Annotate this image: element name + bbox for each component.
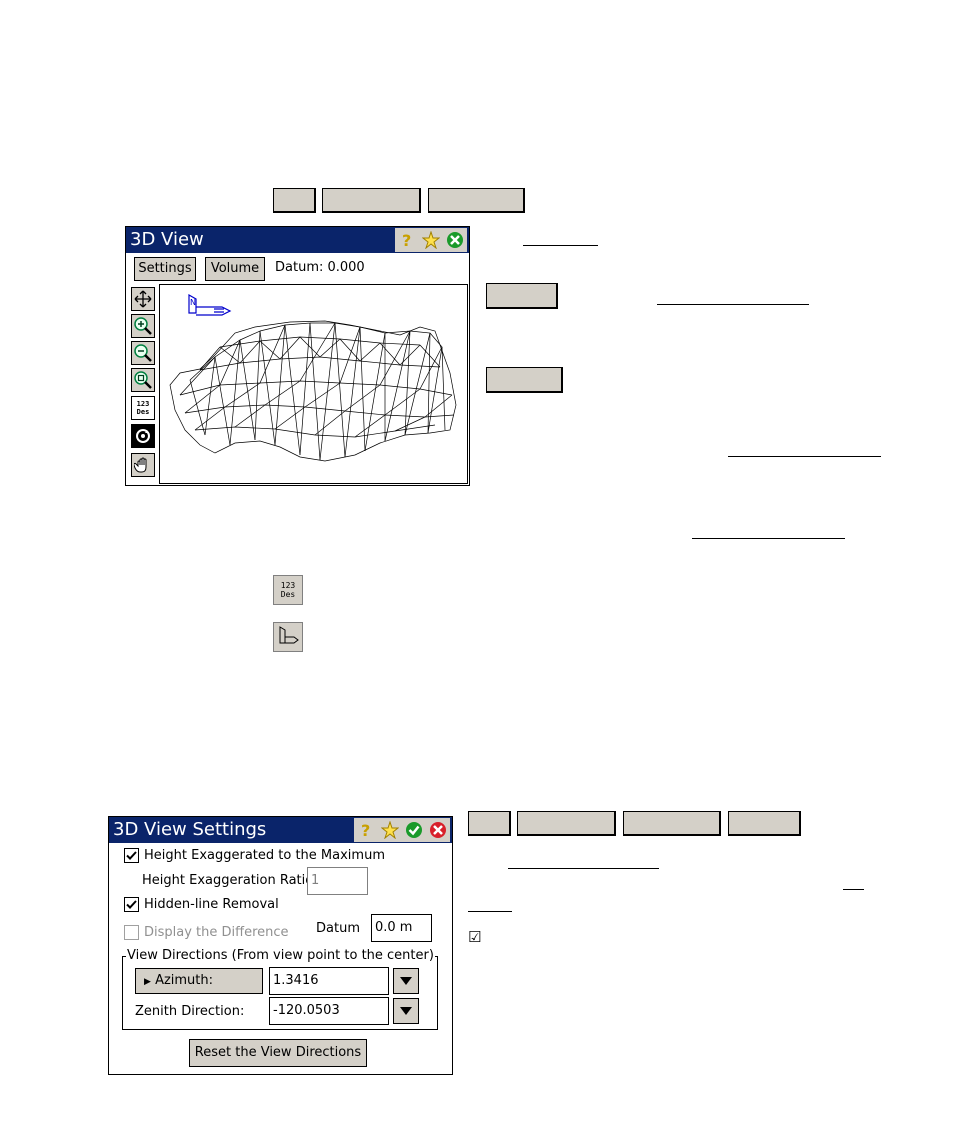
breadcrumb-box-4 bbox=[468, 811, 511, 836]
breadcrumb-box-3 bbox=[428, 188, 525, 213]
svg-text:?: ? bbox=[361, 821, 370, 839]
north-arrow-icon: N bbox=[188, 293, 232, 316]
hidden-line-checkbox[interactable] bbox=[124, 897, 139, 912]
cancel-icon[interactable] bbox=[426, 818, 450, 842]
datum-label: Datum bbox=[316, 921, 360, 936]
link-underline-6 bbox=[843, 889, 864, 890]
3d-view-settings-window: 3D View Settings ? Height Exaggerated to… bbox=[108, 816, 453, 1075]
north-arrow-inline-icon bbox=[273, 622, 303, 652]
reset-view-directions-button[interactable]: Reset the View Directions bbox=[189, 1039, 367, 1067]
help-icon[interactable]: ? bbox=[395, 228, 419, 252]
pan-icon[interactable] bbox=[131, 287, 155, 311]
3d-view-canvas[interactable]: N bbox=[159, 284, 468, 484]
3d-view-window: 3D View ? Settings Volume Datum: 0.000 1… bbox=[125, 226, 470, 486]
hidden-line-label: Hidden-line Removal bbox=[144, 897, 279, 912]
north-label: N bbox=[190, 298, 196, 307]
point-label-bottom: Des bbox=[136, 407, 150, 416]
settings-button[interactable]: Settings bbox=[134, 257, 196, 281]
display-difference-label: Display the Difference bbox=[144, 925, 289, 940]
close-icon[interactable] bbox=[443, 228, 467, 252]
height-ratio-label: Height Exaggeration Ratio bbox=[142, 873, 314, 888]
view-directions-label: View Directions (From view point to the … bbox=[126, 948, 435, 964]
favorite-star-icon[interactable] bbox=[419, 228, 443, 252]
datum-field[interactable]: 0.0 m bbox=[371, 914, 432, 942]
zenith-field[interactable]: -120.0503 bbox=[269, 997, 389, 1025]
point-label-icon[interactable]: 123 Des bbox=[131, 396, 155, 420]
favorite-star-icon[interactable] bbox=[378, 818, 402, 842]
terrain-mesh: N bbox=[169, 293, 457, 462]
svg-text:?: ? bbox=[402, 231, 411, 249]
zenith-label: Zenith Direction: bbox=[135, 1004, 245, 1019]
zoom-extents-icon[interactable] bbox=[131, 368, 155, 392]
title-bar: 3D View ? bbox=[126, 227, 469, 253]
azimuth-dropdown[interactable] bbox=[393, 968, 419, 994]
point-label-inline-icon: 123 Des bbox=[273, 575, 303, 605]
link-underline-4 bbox=[692, 538, 845, 539]
chevron-down-icon bbox=[400, 1007, 412, 1015]
settings-title-bar-icons: ? bbox=[354, 818, 450, 842]
window-title: 3D View bbox=[130, 229, 204, 250]
datum-readout: Datum: 0.000 bbox=[275, 260, 365, 275]
checkbox-glyph: ☑ bbox=[468, 928, 482, 946]
height-ratio-field[interactable]: 1 bbox=[307, 867, 368, 895]
settings-window-title: 3D View Settings bbox=[113, 819, 267, 840]
inline-icon-bottom: Des bbox=[280, 590, 296, 599]
link-underline-7 bbox=[468, 911, 512, 912]
breadcrumb-box-2 bbox=[322, 188, 421, 213]
breadcrumb-box-7 bbox=[728, 811, 801, 836]
caret-right-icon: ▶ bbox=[144, 977, 151, 987]
height-exaggerated-label: Height Exaggerated to the Maximum bbox=[144, 848, 385, 863]
breadcrumb-box-1 bbox=[273, 188, 316, 213]
doc-button-settings bbox=[486, 283, 558, 309]
azimuth-button[interactable]: ▶ Azimuth: bbox=[135, 968, 263, 994]
link-underline-2 bbox=[657, 304, 809, 305]
link-underline-1 bbox=[523, 245, 598, 246]
ok-icon[interactable] bbox=[402, 818, 426, 842]
help-icon[interactable]: ? bbox=[354, 818, 378, 842]
height-exaggerated-checkbox[interactable] bbox=[124, 848, 139, 863]
chevron-down-icon bbox=[400, 977, 412, 985]
azimuth-field[interactable]: 1.3416 bbox=[269, 967, 389, 995]
link-underline-5 bbox=[508, 868, 659, 869]
volume-button[interactable]: Volume bbox=[205, 257, 265, 281]
doc-button-volume bbox=[486, 367, 563, 393]
point-label-top: 123 bbox=[136, 399, 150, 408]
azimuth-label: Azimuth: bbox=[155, 973, 214, 988]
title-bar-icons: ? bbox=[395, 228, 467, 252]
inline-icon-top: 123 bbox=[280, 581, 296, 590]
breadcrumb-box-5 bbox=[517, 811, 616, 836]
zenith-dropdown[interactable] bbox=[393, 998, 419, 1024]
settings-title-bar: 3D View Settings ? bbox=[109, 817, 452, 843]
zoom-out-icon[interactable] bbox=[131, 341, 155, 365]
link-underline-3 bbox=[728, 456, 881, 457]
display-difference-checkbox[interactable] bbox=[124, 925, 139, 940]
hand-icon[interactable] bbox=[131, 453, 155, 477]
zoom-in-icon[interactable] bbox=[131, 314, 155, 338]
rotate-icon[interactable] bbox=[131, 424, 155, 448]
breadcrumb-box-6 bbox=[623, 811, 721, 836]
